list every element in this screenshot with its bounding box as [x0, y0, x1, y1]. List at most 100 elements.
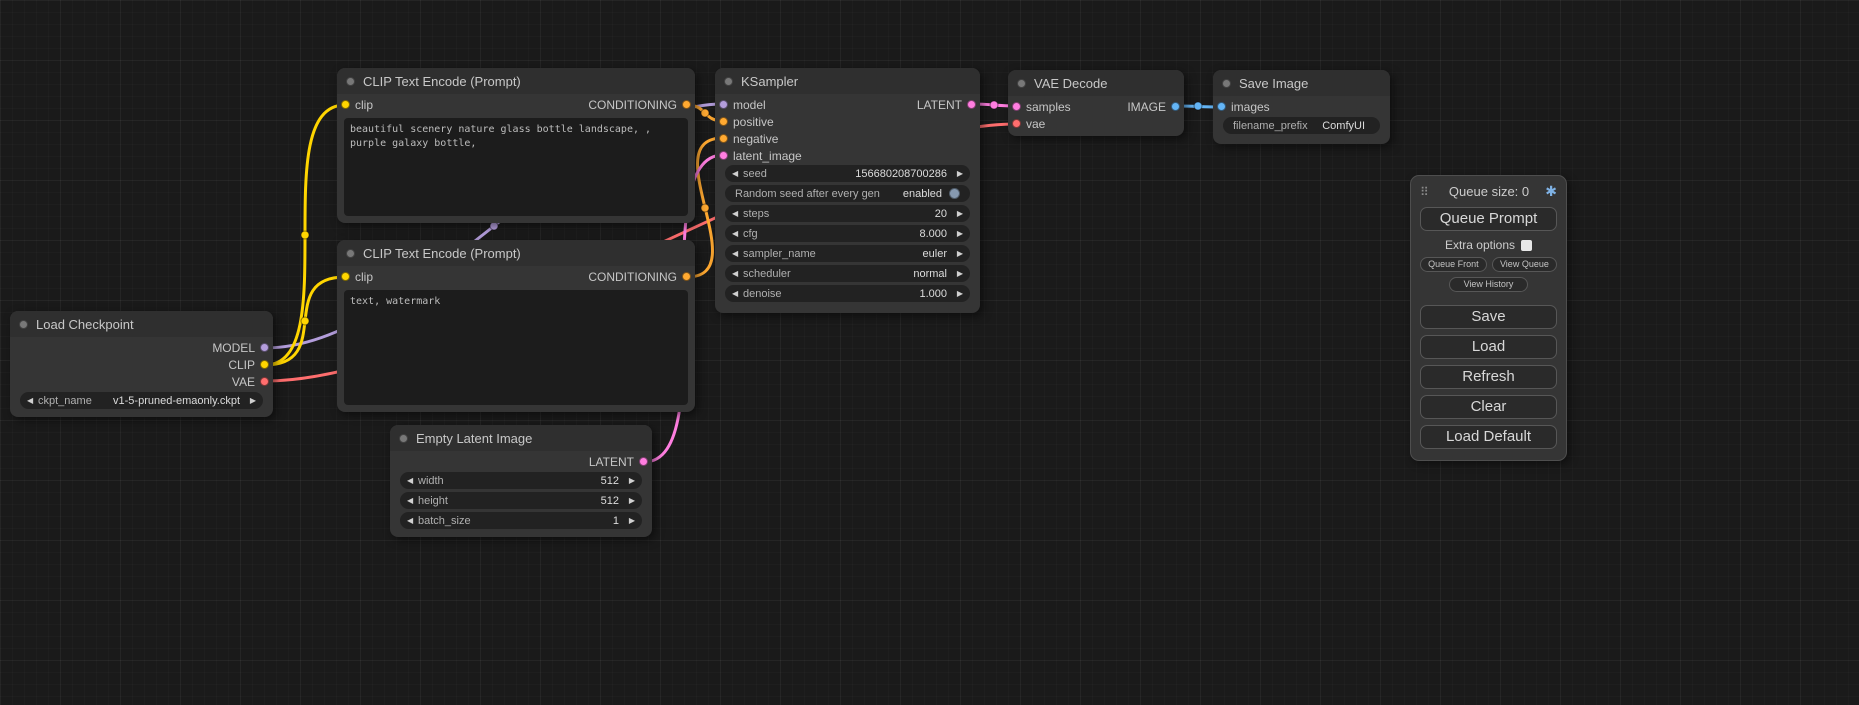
settings-gear-icon[interactable]: ✱	[1545, 183, 1557, 200]
prompt-textarea[interactable]: beautiful scenery nature glass bottle la…	[344, 118, 688, 216]
widget-height[interactable]: ◀ height 512 ▶	[400, 492, 642, 509]
node-title-bar[interactable]: CLIP Text Encode (Prompt)	[337, 240, 695, 266]
widget-ckpt-name[interactable]: ◀ ckpt_name v1-5-pruned-emaonly.ckpt ▶	[20, 392, 263, 409]
refresh-button[interactable]: Refresh	[1420, 365, 1557, 389]
input-slot-samples[interactable]: samples	[1008, 100, 1071, 114]
model-slot-dot[interactable]	[260, 343, 269, 352]
arrow-left-icon[interactable]: ◀	[732, 269, 743, 278]
widget-filename-prefix[interactable]: filename_prefix ComfyUI	[1223, 117, 1380, 134]
node-title-bar[interactable]: Save Image	[1213, 70, 1390, 96]
image-slot-dot[interactable]	[1217, 102, 1226, 111]
toggle-indicator-icon[interactable]	[949, 188, 960, 199]
clear-button[interactable]: Clear	[1420, 395, 1557, 419]
arrow-right-icon[interactable]: ▶	[624, 476, 635, 485]
conditioning-slot-dot[interactable]	[719, 134, 728, 143]
clip-slot-dot[interactable]	[260, 360, 269, 369]
collapse-dot-icon[interactable]	[19, 320, 28, 329]
arrow-right-icon[interactable]: ▶	[952, 169, 963, 178]
widget-width[interactable]: ◀ width 512 ▶	[400, 472, 642, 489]
input-slot-positive[interactable]: positive	[715, 115, 774, 129]
image-slot-dot[interactable]	[1171, 102, 1180, 111]
input-slot-vae[interactable]: vae	[1008, 117, 1045, 131]
node-clip-text-encode-negative[interactable]: CLIP Text Encode (Prompt) clip CONDITION…	[337, 240, 695, 412]
node-graph-canvas[interactable]: Load Checkpoint MODEL CLIP VAE	[0, 0, 1859, 705]
node-title-bar[interactable]: Load Checkpoint	[10, 311, 273, 337]
queue-front-button[interactable]: Queue Front	[1420, 257, 1487, 272]
output-slot-latent[interactable]: LATENT	[589, 455, 652, 469]
arrow-left-icon[interactable]: ◀	[407, 496, 418, 505]
conditioning-slot-dot[interactable]	[682, 100, 691, 109]
node-title-bar[interactable]: VAE Decode	[1008, 70, 1184, 96]
queue-menu-panel[interactable]: ⠿ Queue size: 0 ✱ Queue Prompt Extra opt…	[1410, 175, 1567, 461]
collapse-dot-icon[interactable]	[346, 249, 355, 258]
arrow-left-icon[interactable]: ◀	[27, 396, 38, 405]
node-load-checkpoint[interactable]: Load Checkpoint MODEL CLIP VAE	[10, 311, 273, 417]
input-slot-latent-image[interactable]: latent_image	[715, 149, 802, 163]
load-button[interactable]: Load	[1420, 335, 1557, 359]
node-title-bar[interactable]: CLIP Text Encode (Prompt)	[337, 68, 695, 94]
arrow-right-icon[interactable]: ▶	[952, 289, 963, 298]
arrow-left-icon[interactable]: ◀	[732, 249, 743, 258]
node-empty-latent-image[interactable]: Empty Latent Image LATENT ◀ width 512 ▶ …	[390, 425, 652, 537]
arrow-left-icon[interactable]: ◀	[732, 209, 743, 218]
node-vae-decode[interactable]: VAE Decode samples IMAGE vae	[1008, 70, 1184, 136]
node-ksampler[interactable]: KSampler model LATENT positive	[715, 68, 980, 313]
arrow-left-icon[interactable]: ◀	[732, 229, 743, 238]
clip-slot-dot[interactable]	[341, 100, 350, 109]
node-title-bar[interactable]: KSampler	[715, 68, 980, 94]
save-button[interactable]: Save	[1420, 305, 1557, 329]
clip-slot-dot[interactable]	[341, 272, 350, 281]
collapse-dot-icon[interactable]	[399, 434, 408, 443]
arrow-left-icon[interactable]: ◀	[407, 516, 418, 525]
model-slot-dot[interactable]	[719, 100, 728, 109]
output-slot-conditioning[interactable]: CONDITIONING	[588, 98, 695, 112]
arrow-left-icon[interactable]: ◀	[732, 169, 743, 178]
node-save-image[interactable]: Save Image images filename_prefix ComfyU…	[1213, 70, 1390, 144]
widget-sampler-name[interactable]: ◀ sampler_name euler ▶	[725, 245, 970, 262]
conditioning-slot-dot[interactable]	[682, 272, 691, 281]
widget-denoise[interactable]: ◀ denoise 1.000 ▶	[725, 285, 970, 302]
node-clip-text-encode-positive[interactable]: CLIP Text Encode (Prompt) clip CONDITION…	[337, 68, 695, 223]
load-default-button[interactable]: Load Default	[1420, 425, 1557, 449]
prompt-textarea[interactable]: text, watermark	[344, 290, 688, 405]
collapse-dot-icon[interactable]	[1222, 79, 1231, 88]
widget-batch-size[interactable]: ◀ batch_size 1 ▶	[400, 512, 642, 529]
output-slot-conditioning[interactable]: CONDITIONING	[588, 270, 695, 284]
arrow-left-icon[interactable]: ◀	[732, 289, 743, 298]
arrow-left-icon[interactable]: ◀	[407, 476, 418, 485]
output-slot-clip[interactable]: CLIP	[228, 358, 273, 372]
arrow-right-icon[interactable]: ▶	[624, 496, 635, 505]
view-history-button[interactable]: View History	[1449, 277, 1528, 292]
arrow-right-icon[interactable]: ▶	[952, 249, 963, 258]
vae-slot-dot[interactable]	[260, 377, 269, 386]
view-queue-button[interactable]: View Queue	[1492, 257, 1557, 272]
input-slot-negative[interactable]: negative	[715, 132, 778, 146]
latent-slot-dot[interactable]	[639, 457, 648, 466]
collapse-dot-icon[interactable]	[346, 77, 355, 86]
widget-scheduler[interactable]: ◀ scheduler normal ▶	[725, 265, 970, 282]
arrow-right-icon[interactable]: ▶	[952, 209, 963, 218]
arrow-right-icon[interactable]: ▶	[624, 516, 635, 525]
output-slot-image[interactable]: IMAGE	[1127, 100, 1184, 114]
arrow-right-icon[interactable]: ▶	[952, 269, 963, 278]
output-slot-vae[interactable]: VAE	[232, 375, 273, 389]
latent-slot-dot[interactable]	[967, 100, 976, 109]
input-slot-clip[interactable]: clip	[337, 270, 373, 284]
collapse-dot-icon[interactable]	[724, 77, 733, 86]
output-slot-latent[interactable]: LATENT	[917, 98, 980, 112]
output-slot-model[interactable]: MODEL	[212, 341, 273, 355]
input-slot-model[interactable]: model	[715, 98, 766, 112]
arrow-right-icon[interactable]: ▶	[952, 229, 963, 238]
extra-options-checkbox[interactable]	[1521, 240, 1532, 251]
node-title-bar[interactable]: Empty Latent Image	[390, 425, 652, 451]
widget-steps[interactable]: ◀ steps 20 ▶	[725, 205, 970, 222]
latent-slot-dot[interactable]	[1012, 102, 1021, 111]
widget-cfg[interactable]: ◀ cfg 8.000 ▶	[725, 225, 970, 242]
latent-slot-dot[interactable]	[719, 151, 728, 160]
vae-slot-dot[interactable]	[1012, 119, 1021, 128]
drag-handle-icon[interactable]: ⠿	[1420, 185, 1429, 199]
collapse-dot-icon[interactable]	[1017, 79, 1026, 88]
queue-prompt-button[interactable]: Queue Prompt	[1420, 207, 1557, 231]
widget-random-seed-toggle[interactable]: Random seed after every gen enabled	[725, 185, 970, 202]
arrow-right-icon[interactable]: ▶	[245, 396, 256, 405]
